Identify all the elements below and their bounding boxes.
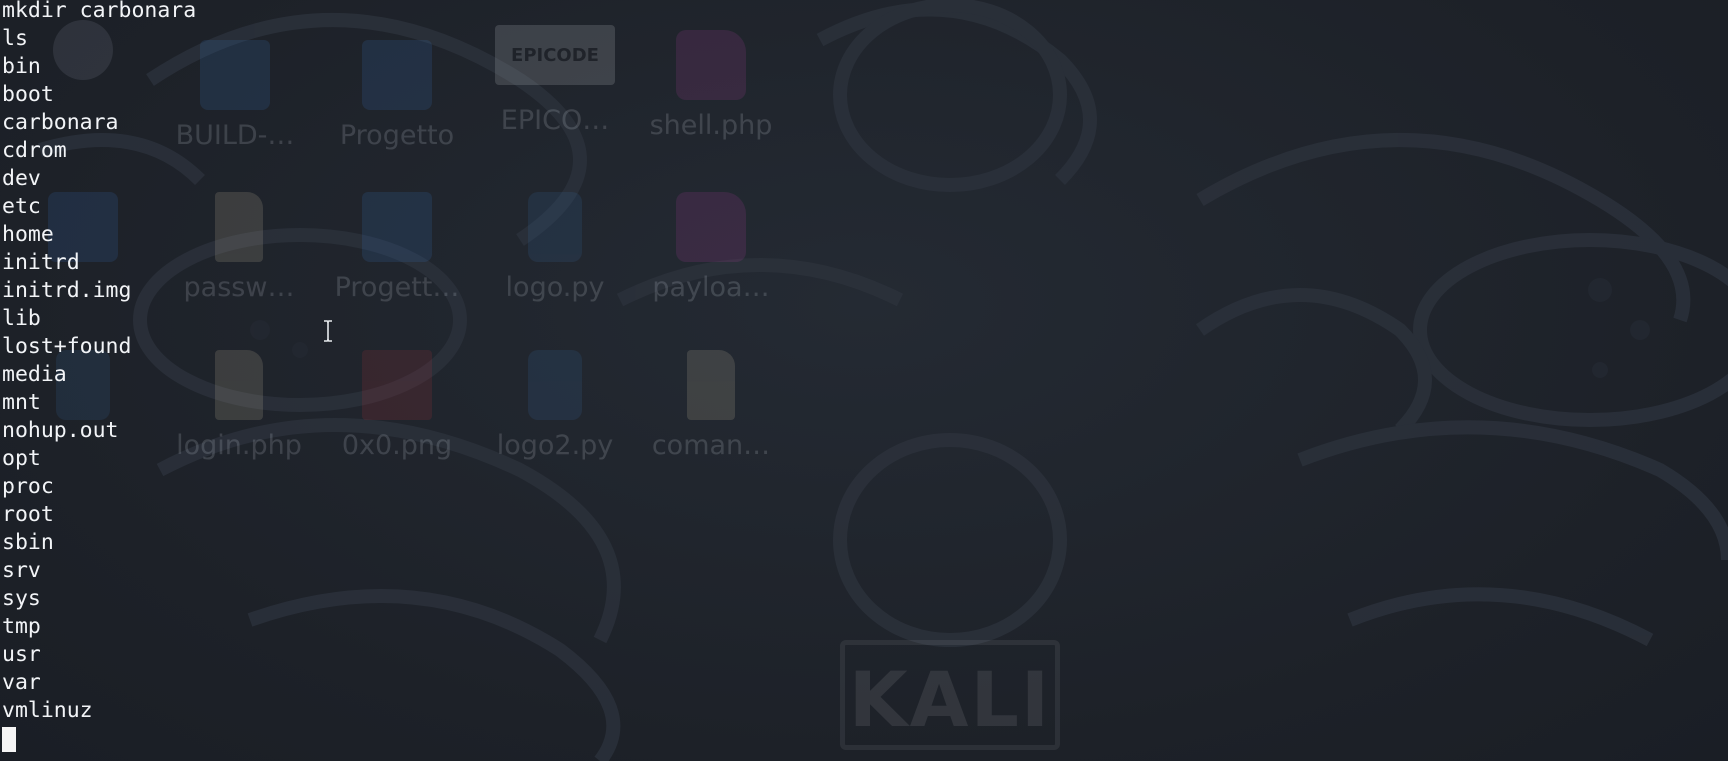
terminal-line: nohup.out: [2, 418, 119, 443]
terminal-line: opt: [2, 446, 41, 471]
terminal-line: srv: [2, 558, 41, 583]
terminal-line: proc: [2, 474, 54, 499]
terminal-line: vmlinuz: [2, 698, 93, 723]
terminal-line: var: [2, 670, 41, 695]
terminal-line: carbonara: [2, 110, 119, 135]
terminal-line: sys: [2, 586, 41, 611]
terminal-line: etc: [2, 194, 41, 219]
terminal-line: root: [2, 502, 54, 527]
terminal-line: media: [2, 362, 67, 387]
terminal-line: usr: [2, 642, 41, 667]
terminal-line: lib: [2, 306, 41, 331]
terminal-line: dev: [2, 166, 41, 191]
terminal-line: tmp: [2, 614, 41, 639]
terminal-line: boot: [2, 82, 54, 107]
terminal-line: initrd.img: [2, 278, 132, 303]
terminal-line: initrd: [2, 250, 80, 275]
terminal-line: mnt: [2, 390, 41, 415]
terminal-line: lost+found: [2, 334, 132, 359]
terminal-cursor: [2, 727, 16, 752]
terminal-line: bin: [2, 54, 41, 79]
text-cursor-icon: [324, 320, 332, 342]
desktop-screen: KALI BUILD-… Progetto EPICODE EPICO… she…: [0, 0, 1728, 761]
terminal-line: home: [2, 222, 54, 247]
terminal-line: ls: [2, 26, 28, 51]
terminal-output[interactable]: mkdir carbonara ls bin boot carbonara cd…: [2, 0, 1728, 761]
terminal-line: sbin: [2, 530, 54, 555]
terminal-command-line: mkdir carbonara: [2, 0, 197, 23]
terminal-line: cdrom: [2, 138, 67, 163]
